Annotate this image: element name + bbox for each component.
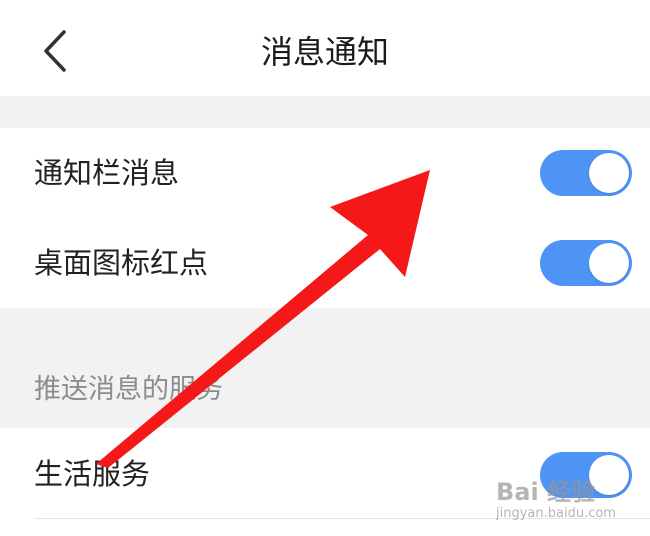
watermark: Bai 经验 jingyan.baidu.com [496,472,646,528]
watermark-url: jingyan.baidu.com [496,506,616,521]
setting-label: 通知栏消息 [34,156,180,190]
watermark-logo: Bai 经验 [496,478,596,506]
setting-label: 桌面图标红点 [34,246,209,280]
notification-bar-toggle[interactable] [540,150,632,196]
toggle-knob [589,153,629,193]
setting-row-notification-bar: 通知栏消息 [0,128,650,218]
toggle-knob [589,243,629,283]
desktop-badge-toggle[interactable] [540,240,632,286]
page-title: 消息通知 [260,33,389,71]
section-title-push-services: 推送消息的服务 [34,374,223,405]
setting-label: 生活服务 [34,457,151,491]
setting-row-desktop-badge: 桌面图标红点 [0,218,650,308]
app-header: 消息通知 [0,0,650,96]
